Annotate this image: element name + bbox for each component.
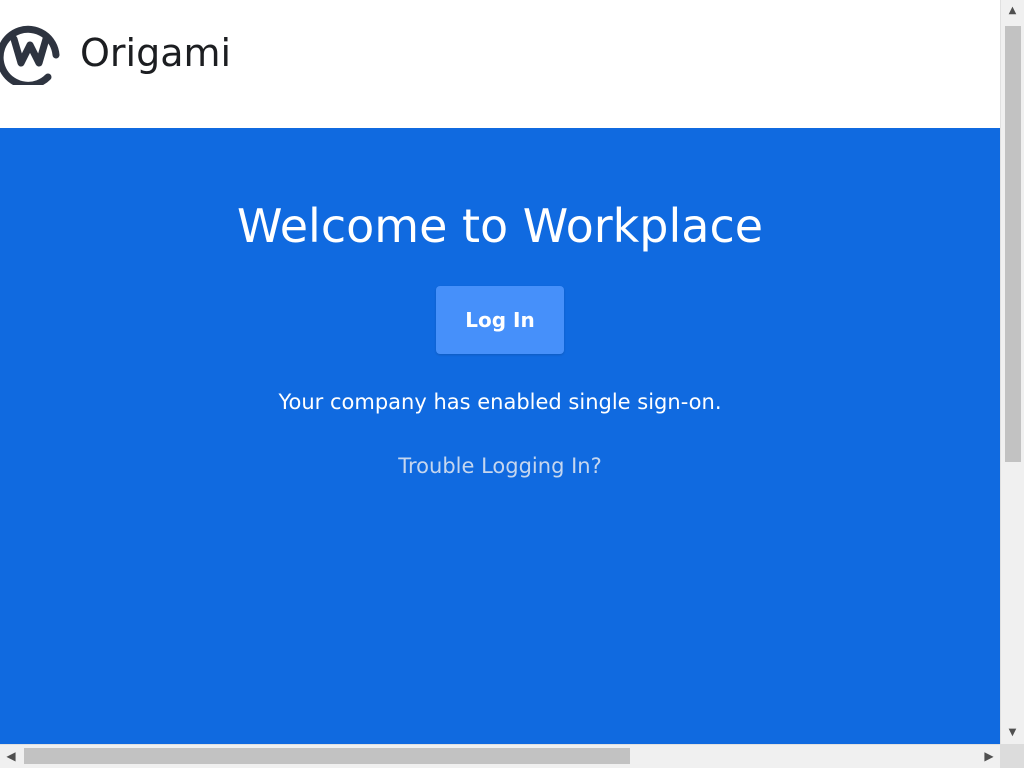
- vertical-scrollbar[interactable]: ▲ ▼: [1000, 0, 1024, 744]
- sso-message: Your company has enabled single sign-on.: [278, 390, 722, 414]
- vertical-scrollbar-thumb[interactable]: [1005, 26, 1021, 462]
- site-header: Origami: [0, 0, 1000, 128]
- scrollbar-corner: [1000, 744, 1024, 768]
- arrow-left-icon[interactable]: ◀: [0, 745, 22, 768]
- arrow-right-icon[interactable]: ▶: [978, 745, 1000, 768]
- arrow-down-icon[interactable]: ▼: [1001, 722, 1024, 744]
- workplace-logo-icon[interactable]: [0, 17, 62, 85]
- log-in-button[interactable]: Log In: [436, 286, 564, 354]
- page-title: Welcome to Workplace: [236, 199, 764, 253]
- page-viewport: Origami Welcome to Workplace Log In Your…: [0, 0, 1000, 744]
- horizontal-scrollbar-thumb[interactable]: [24, 748, 630, 764]
- trouble-logging-in-link[interactable]: Trouble Logging In?: [0, 452, 1000, 480]
- horizontal-scrollbar[interactable]: ◀ ▶: [0, 744, 1000, 768]
- brand-name[interactable]: Origami: [80, 30, 231, 76]
- welcome-panel: Welcome to Workplace Log In Your company…: [0, 128, 1000, 744]
- arrow-up-icon[interactable]: ▲: [1001, 0, 1024, 22]
